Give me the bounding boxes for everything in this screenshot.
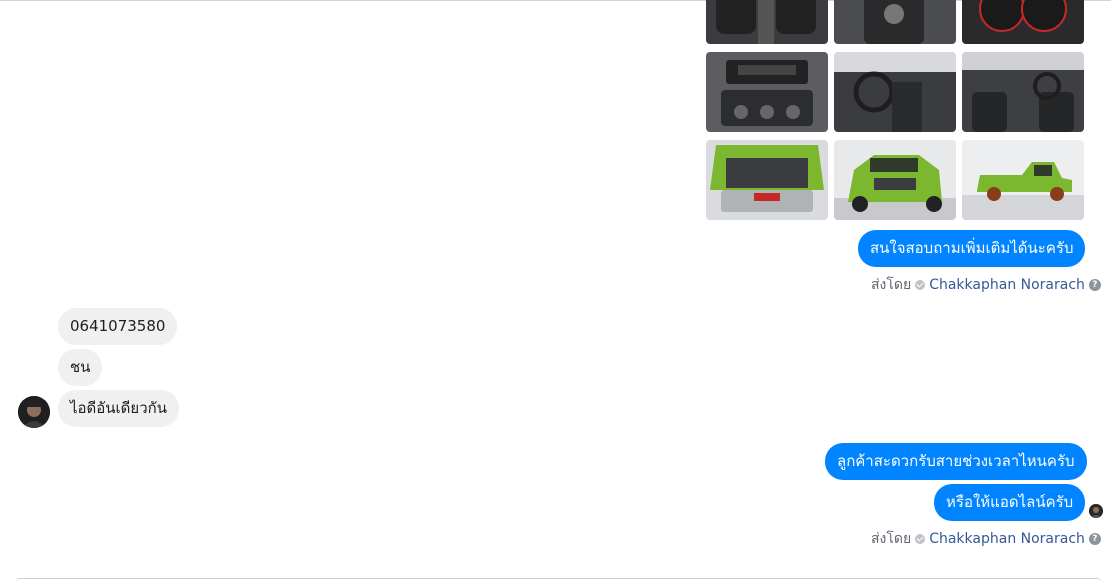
photo-interior-driver[interactable]	[834, 52, 956, 132]
sender-name-link[interactable]: Chakkaphan Norarach	[929, 531, 1085, 547]
incoming-message[interactable]: 0641073580	[58, 308, 178, 345]
contact-avatar[interactable]	[18, 396, 50, 428]
help-icon[interactable]: ?	[1088, 279, 1101, 291]
outgoing-message[interactable]: หรือให้แอดไลน์ครับ	[934, 484, 1086, 521]
sender-name-link[interactable]: Chakkaphan Norarach	[929, 277, 1085, 293]
outgoing-message[interactable]: ลูกค้าสะดวกรับสายช่วงเวลาไหนครับ	[825, 443, 1087, 480]
photo-interior-cabin[interactable]	[962, 52, 1084, 132]
photo-interior-console[interactable]	[834, 0, 956, 44]
photo-interior-seats[interactable]	[706, 0, 828, 44]
sent-by-line: ส่งโดย Chakkaphan Norarach ?	[871, 274, 1101, 296]
photo-truck-front[interactable]	[834, 140, 956, 220]
verified-check-icon	[915, 534, 926, 544]
photo-attachment-grid	[706, 0, 1086, 220]
photo-engine-bay[interactable]	[706, 140, 828, 220]
outgoing-message[interactable]: สนใจสอบถามเพิ่มเติมได้นะครับ	[858, 230, 1086, 267]
verified-check-icon	[915, 280, 926, 290]
seen-avatar	[1089, 504, 1103, 518]
photo-center-stack[interactable]	[706, 52, 828, 132]
help-icon[interactable]: ?	[1088, 533, 1101, 545]
composer-top-edge	[16, 578, 1101, 582]
photo-dashboard-gauges[interactable]	[962, 0, 1084, 44]
sent-by-line: ส่งโดย Chakkaphan Norarach ?	[871, 528, 1101, 550]
photo-truck-side[interactable]	[962, 140, 1084, 220]
incoming-message[interactable]: ไอดีอันเดียวกัน	[58, 390, 179, 427]
sent-by-label: ส่งโดย	[871, 277, 912, 293]
sent-by-label: ส่งโดย	[871, 531, 912, 547]
incoming-message[interactable]: ชน	[58, 349, 103, 386]
